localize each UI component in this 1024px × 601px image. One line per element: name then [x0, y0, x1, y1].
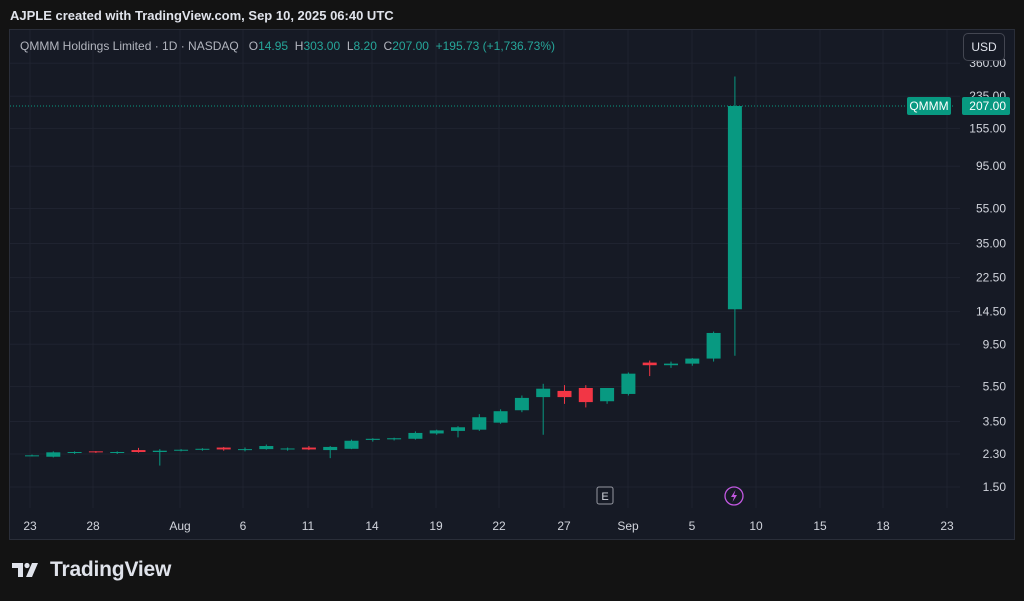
symbol-title[interactable]: QMMM Holdings Limited · 1D · NASDAQ [20, 39, 239, 53]
y-tick-label: 35.00 [976, 236, 1006, 250]
x-tick-label: Sep [617, 519, 639, 533]
candle-body [536, 388, 551, 398]
candle-body [387, 438, 402, 440]
close-value: 207.00 [392, 39, 429, 53]
candle-body [365, 438, 380, 440]
y-tick-label: 155.00 [969, 121, 1006, 135]
candle-body [46, 452, 61, 457]
candle-body [451, 427, 465, 431]
candle-body [493, 411, 508, 423]
candle-body [88, 451, 103, 453]
open-label: O [248, 39, 259, 53]
candle-body [152, 450, 167, 453]
y-tick-label: 5.50 [983, 380, 1007, 394]
candle-body [323, 446, 338, 451]
candle-body [685, 358, 700, 364]
x-tick-label: 28 [86, 519, 100, 533]
x-tick-label: 10 [749, 519, 763, 533]
x-tick-label: 19 [429, 519, 443, 533]
x-tick-label: 23 [940, 519, 954, 533]
high-value: 303.00 [303, 39, 341, 53]
x-tick-label: 11 [302, 519, 315, 533]
ticker-tag-label: QMMM [909, 99, 948, 113]
close-label: C [383, 39, 393, 53]
low-label: L [346, 39, 354, 53]
x-tick-label: 15 [813, 519, 827, 533]
x-tick-label: 22 [492, 519, 506, 533]
last-price-tag-label: 207.00 [969, 99, 1006, 113]
chart-panel[interactable]: 360.00 235.00 155.00 95.00 55.00 35.00 22.50 14… [9, 29, 1015, 540]
x-tick-label: 27 [557, 519, 571, 533]
open-value: 14.95 [258, 39, 289, 53]
x-tick-label: Aug [169, 519, 190, 533]
candle-body [472, 417, 487, 430]
candle-body [642, 362, 657, 366]
ohlc-legend: QMMM Holdings Limited · 1D · NASDAQ O14.… [20, 39, 555, 53]
x-tick-label: 6 [240, 519, 247, 533]
change-value: +195.73 (+1,736.73%) [435, 39, 556, 53]
candlestick-chart[interactable]: 360.00235.00155.0095.0055.0035.0022.5014… [10, 30, 1014, 539]
candle-body [238, 449, 252, 451]
y-tick-label: 14.50 [976, 305, 1006, 319]
candle-body [195, 448, 210, 450]
candle-body [216, 447, 231, 450]
candle-body [25, 455, 39, 457]
candle-body [67, 452, 82, 454]
y-tick-label: 95.00 [976, 159, 1006, 173]
candle-body [259, 446, 274, 450]
brand-name: TradingView [50, 558, 172, 581]
tradingview-logo-icon [12, 562, 38, 577]
y-tick-label: 55.00 [976, 202, 1006, 216]
candle-body [131, 450, 146, 453]
y-tick-label: 1.50 [983, 480, 1007, 494]
top-bar: AJPLE created with TradingView.com, Sep … [0, 0, 1024, 30]
candle-body [664, 363, 678, 366]
credit-text: AJPLE created with TradingView.com, Sep … [10, 8, 394, 23]
x-tick-label: 14 [365, 519, 379, 533]
candle-body [578, 387, 593, 403]
candle-body [408, 432, 423, 439]
candle-body [706, 332, 721, 359]
y-tick-label: 2.30 [983, 447, 1007, 461]
candle-body [344, 440, 359, 449]
x-tick-label: 23 [23, 519, 37, 533]
candle-body [727, 106, 742, 310]
candle-body [621, 373, 636, 394]
currency-button[interactable]: USD [963, 33, 1005, 61]
y-tick-label: 22.50 [976, 271, 1006, 285]
x-tick-label: 5 [689, 519, 696, 533]
x-tick-label: 18 [876, 519, 890, 533]
y-tick-label: 9.50 [983, 337, 1007, 351]
y-tick-label: 3.50 [983, 415, 1007, 429]
low-value: 8.20 [353, 39, 377, 53]
candle-body [110, 452, 125, 454]
candle-body [600, 387, 615, 402]
earnings-marker-label: E [601, 491, 608, 503]
candle-body [174, 449, 189, 451]
candle-body [301, 447, 316, 450]
candle-body [557, 390, 572, 398]
lightning-glyph [731, 490, 737, 502]
candle-body [514, 397, 529, 411]
candle-body [280, 448, 295, 450]
candle-body [429, 430, 444, 434]
